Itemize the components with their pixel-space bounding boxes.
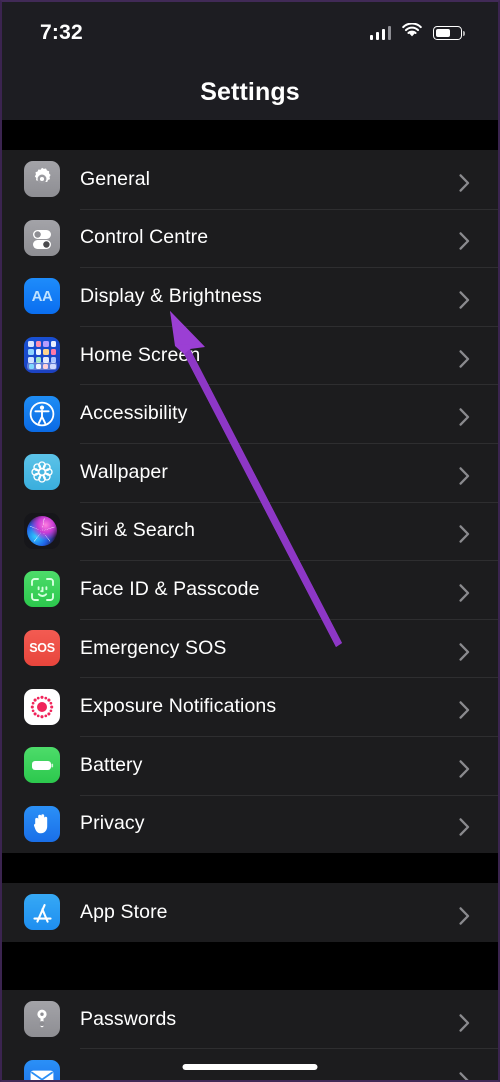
exposure-dot-icon xyxy=(24,688,60,725)
sidebar-item-label: Accessibility xyxy=(80,402,188,425)
chevron-right-icon xyxy=(459,759,470,778)
status-bar-clock: 7:32 xyxy=(40,21,83,44)
chevron-right-icon xyxy=(459,174,470,192)
settings-group-system: General Control Centre AA Display & Brig… xyxy=(2,150,498,854)
home-screen-grid-icon xyxy=(24,337,60,374)
dock xyxy=(27,362,57,371)
siri-orb xyxy=(27,515,57,546)
sidebar-item-face-id-and-passcode[interactable]: Face ID & Passcode xyxy=(2,560,498,619)
sidebar-item-privacy[interactable]: Privacy xyxy=(2,794,498,854)
settings-list[interactable]: General Control Centre AA Display & Brig… xyxy=(2,120,498,1080)
home-indicator xyxy=(182,1064,318,1070)
chevron-right-icon xyxy=(459,232,470,251)
wifi-icon xyxy=(402,22,422,43)
navigation-bar: Settings xyxy=(2,64,498,120)
chevron-right-icon xyxy=(459,525,470,544)
sidebar-item-label: Control Centre xyxy=(80,226,209,249)
sidebar-item-label: Passwords xyxy=(80,1007,177,1030)
app-store-icon xyxy=(24,894,60,931)
sidebar-item-label: Emergency SOS xyxy=(80,636,227,659)
chevron-right-icon xyxy=(459,408,470,426)
status-bar-icons xyxy=(369,22,465,43)
sidebar-item-siri-and-search[interactable]: Siri & Search xyxy=(2,501,498,561)
sidebar-item-display-and-brightness[interactable]: AA Display & Brightness xyxy=(2,267,498,326)
chevron-right-icon xyxy=(459,1072,470,1080)
sidebar-item-label: Siri & Search xyxy=(80,519,196,542)
sidebar-item-accessibility[interactable]: Accessibility xyxy=(2,384,498,443)
settings-group-store: App Store xyxy=(2,883,498,942)
sidebar-item-label: Wallpaper xyxy=(80,460,168,483)
phone-screenshot-frame: 7:32 Settings General Control Centre AA … xyxy=(0,0,500,1082)
sidebar-item-wallpaper[interactable]: Wallpaper xyxy=(2,442,498,502)
sidebar-item-label: Face ID & Passcode xyxy=(80,577,260,600)
app-grid xyxy=(28,341,56,364)
page-title: Settings xyxy=(200,77,300,106)
face-id-icon xyxy=(24,571,60,608)
sos-glyph: SOS xyxy=(29,641,55,656)
sidebar-item-label: App Store xyxy=(80,900,168,923)
sidebar-item-label: Battery xyxy=(80,753,143,776)
siri-orb-icon xyxy=(24,512,60,549)
sidebar-item-passwords[interactable]: Passwords xyxy=(2,990,498,1049)
sidebar-item-home-screen[interactable]: Home Screen xyxy=(2,325,498,385)
sidebar-item-label: Privacy xyxy=(80,812,145,835)
hand-icon xyxy=(24,805,60,842)
chevron-right-icon xyxy=(459,701,470,719)
sos-icon: SOS xyxy=(24,630,60,667)
status-bar: 7:32 xyxy=(2,2,498,64)
chevron-right-icon xyxy=(459,907,470,925)
section-gap xyxy=(2,120,498,150)
aa-text-size-icon: AA xyxy=(24,278,60,315)
sidebar-item-app-store[interactable]: App Store xyxy=(2,883,498,942)
sidebar-item-label: Home Screen xyxy=(80,343,201,366)
flower-icon xyxy=(24,454,60,491)
section-gap xyxy=(2,941,498,990)
sidebar-item-label: Display & Brightness xyxy=(80,284,262,307)
accessibility-icon xyxy=(24,395,60,432)
chevron-right-icon xyxy=(459,1013,470,1032)
gear-icon xyxy=(24,161,60,198)
sidebar-item-emergency-sos[interactable]: SOS Emergency SOS xyxy=(2,618,498,678)
chevron-right-icon xyxy=(459,818,470,837)
chevron-right-icon xyxy=(459,467,470,485)
chevron-right-icon xyxy=(459,642,470,661)
battery-icon xyxy=(433,26,465,40)
sidebar-item-label: Exposure Notifications xyxy=(80,695,277,718)
sidebar-item-label: General xyxy=(80,167,151,190)
toggles-icon xyxy=(24,219,60,256)
mail-icon xyxy=(24,1059,60,1080)
sidebar-item-battery[interactable]: Battery xyxy=(2,735,498,795)
sidebar-item-general[interactable]: General xyxy=(2,150,498,209)
key-icon xyxy=(24,1001,60,1038)
sidebar-item-control-centre[interactable]: Control Centre xyxy=(2,208,498,268)
chevron-right-icon xyxy=(459,291,470,309)
chevron-right-icon xyxy=(459,584,470,602)
aa-glyph: AA xyxy=(31,287,53,305)
section-gap xyxy=(2,853,498,884)
signal-bars-icon xyxy=(369,26,391,40)
sidebar-item-exposure-notifications[interactable]: Exposure Notifications xyxy=(2,677,498,736)
battery-icon xyxy=(24,747,60,784)
chevron-right-icon xyxy=(459,349,470,368)
